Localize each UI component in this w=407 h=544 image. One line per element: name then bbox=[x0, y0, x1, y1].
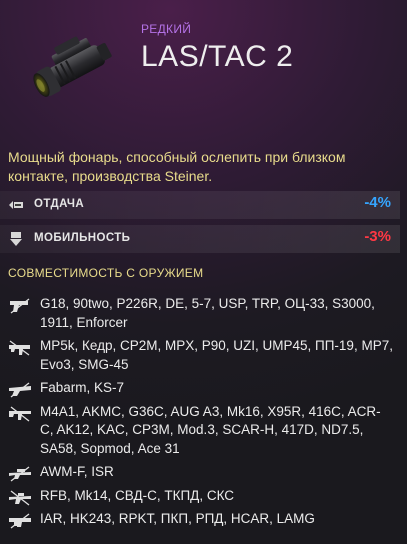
weapon-group-smg: MP5k, Кедр, CP2M, MPX, P90, UZI, UMP45, … bbox=[0, 337, 407, 374]
shotgun-icon bbox=[9, 382, 31, 398]
weapon-group-marksman-rifles: RFB, Mk14, СВД-С, ТКПД, СКС bbox=[0, 487, 407, 506]
weapon-compatibility-list: G18, 90two, P226R, DE, 5-7, USP, TRP, ОЦ… bbox=[0, 295, 407, 534]
sniper-rifle-icon bbox=[9, 466, 31, 482]
weapon-list: RFB, Mk14, СВД-С, ТКПД, СКС bbox=[40, 487, 235, 503]
lmg-icon bbox=[9, 513, 31, 529]
weapon-group-lmg: IAR, HK243, RPKT, ПКП, РПД, HCAR, LAMG bbox=[0, 510, 407, 529]
weapon-list: G18, 90two, P226R, DE, 5-7, USP, TRP, ОЦ… bbox=[40, 296, 375, 330]
recoil-icon bbox=[9, 201, 23, 209]
weapon-list: MP5k, Кедр, CP2M, MPX, P90, UZI, UMP45, … bbox=[40, 338, 393, 372]
item-tooltip: РЕДКИЙ LAS/TAC 2 Мощный фонарь, способны… bbox=[0, 0, 407, 544]
weapon-list: M4A1, AKMC, G36C, AUG A3, Mk16, X95R, 41… bbox=[40, 403, 381, 456]
item-rarity: РЕДКИЙ bbox=[141, 22, 192, 36]
item-name: LAS/TAC 2 bbox=[141, 40, 294, 73]
stat-value: -4% bbox=[364, 194, 391, 211]
stat-label: МОБИЛЬНОСТЬ bbox=[34, 232, 131, 244]
pistol-icon bbox=[10, 298, 30, 314]
weapon-group-pistols: G18, 90two, P226R, DE, 5-7, USP, TRP, ОЦ… bbox=[0, 295, 407, 332]
weapon-list: Fabarm, KS-7 bbox=[40, 380, 125, 395]
weapon-list: AWM-F, ISR bbox=[40, 464, 114, 479]
weapon-group-sniper-rifles: AWM-F, ISR bbox=[0, 463, 407, 482]
stat-recoil: ОТДАЧА -4% bbox=[0, 191, 407, 219]
weapon-group-shotguns: Fabarm, KS-7 bbox=[0, 379, 407, 398]
assault-rifle-icon bbox=[9, 405, 31, 422]
item-description: Мощный фонарь, способный ослепить при бл… bbox=[8, 149, 346, 184]
stat-value: -3% bbox=[364, 228, 391, 245]
weapon-list: IAR, HK243, RPKT, ПКП, РПД, HCAR, LAMG bbox=[40, 511, 315, 526]
stat-label: ОТДАЧА bbox=[34, 198, 85, 210]
stat-mobility: МОБИЛЬНОСТЬ -3% bbox=[0, 225, 407, 253]
marksman-rifle-icon bbox=[9, 489, 31, 506]
weapon-group-assault-rifles: M4A1, AKMC, G36C, AUG A3, Mk16, X95R, 41… bbox=[0, 403, 407, 459]
mobility-icon bbox=[10, 232, 22, 246]
smg-icon bbox=[9, 340, 30, 356]
flashlight-icon bbox=[33, 36, 112, 97]
compatibility-heading: СОВМЕСТИМОСТЬ С ОРУЖИЕМ bbox=[8, 266, 204, 280]
